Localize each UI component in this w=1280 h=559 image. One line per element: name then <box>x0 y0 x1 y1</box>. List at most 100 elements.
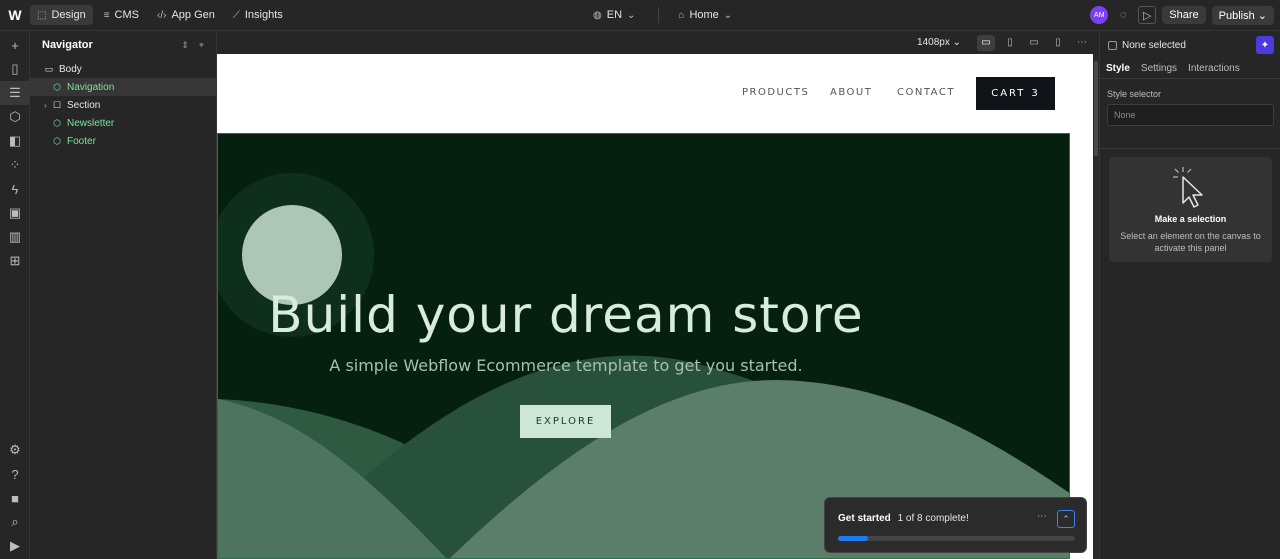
page-label: Home <box>689 9 719 21</box>
site-navigation[interactable]: PRODUCTS ABOUT CONTACT CART 3 <box>217 54 1093 133</box>
cart-count: 3 <box>1031 88 1040 99</box>
breakpoint-width[interactable]: 1408px ⌄ <box>917 37 961 48</box>
comments-icon[interactable]: ◌ <box>1114 6 1132 24</box>
hero-section[interactable]: Build your dream store A simple Webflow … <box>217 133 1070 559</box>
mobile-portrait-breakpoint-icon[interactable]: ▯ <box>1049 35 1067 51</box>
tree-item-label: Section <box>67 99 101 111</box>
empty-selection-title: Make a selection <box>1154 214 1227 224</box>
tree-item-section[interactable]: › ☐ Section <box>30 96 216 114</box>
navigator-header: Navigator ⇕ ⌖ <box>30 31 216 59</box>
divider <box>658 7 660 23</box>
code-icon: ‹/› <box>157 9 167 21</box>
style-selector-input[interactable]: None <box>1107 104 1274 126</box>
locale-selector[interactable]: ◍ EN ⌄ <box>586 5 642 25</box>
assets-icon[interactable]: ▣ <box>0 201 30 225</box>
nav-link-products[interactable]: PRODUCTS <box>742 87 809 98</box>
stop-icon[interactable]: ■ <box>0 486 30 510</box>
cms-collections-icon[interactable]: ◧ <box>0 129 30 153</box>
tab-app-gen[interactable]: ‹/› App Gen <box>150 5 222 25</box>
tab-design-label: Design <box>51 9 86 21</box>
style-panel: None selected ✦ Style Settings Interacti… <box>1099 31 1280 559</box>
chevron-down-icon: ⌄ <box>952 37 961 48</box>
panel-tabs: Style Settings Interactions <box>1100 59 1280 79</box>
share-button[interactable]: Share <box>1162 6 1206 24</box>
design-canvas[interactable]: 1408px ⌄ ▭ ▯ ▭ ▯ ⋯ PRODUCTS ABOUT CONTAC… <box>217 31 1099 559</box>
apps-icon[interactable]: ⊞ <box>0 249 30 273</box>
tree-item-footer[interactable]: ⬡ Footer <box>30 132 216 150</box>
avatar[interactable]: AM <box>1090 6 1109 24</box>
component-icon: ⬡ <box>53 117 61 128</box>
caret-right-icon[interactable]: › <box>44 101 52 110</box>
design-icon: ⬚ <box>37 9 47 21</box>
get-started-progress-bar <box>838 536 1075 541</box>
tree-item-label: Navigation <box>67 81 115 93</box>
more-options-icon[interactable]: ⋯ <box>1073 35 1091 51</box>
tree-item-body[interactable]: ▭ Body <box>30 60 216 78</box>
webflow-logo[interactable]: W <box>0 0 30 31</box>
preview-play-icon[interactable]: ▷ <box>1138 6 1157 24</box>
variables-icon[interactable]: ⁘ <box>0 153 30 177</box>
desktop-breakpoint-icon[interactable]: ▭ <box>977 34 995 51</box>
video-icon[interactable]: ▶ <box>0 534 30 558</box>
body-box-icon: ▭ <box>44 63 54 74</box>
canvas-toolbar: 1408px ⌄ ▭ ▯ ▭ ▯ ⋯ <box>217 31 1099 54</box>
chart-icon: ⟋ <box>232 9 240 21</box>
get-started-widget[interactable]: Get started 1 of 8 complete! ⋯ ⌃ <box>824 497 1087 553</box>
tab-cms[interactable]: ≡ CMS <box>97 5 146 25</box>
tree-item-navigation[interactable]: ⬡ Navigation <box>30 78 216 96</box>
canvas-scrollbar-thumb[interactable] <box>1094 61 1098 156</box>
tab-design[interactable]: ⬚ Design <box>30 5 93 25</box>
add-icon[interactable]: + <box>0 33 30 57</box>
interactions-icon[interactable]: ϟ <box>0 177 30 201</box>
publish-button[interactable]: Publish ⌄ <box>1211 5 1274 25</box>
hero-title: Build your dream store <box>268 286 864 344</box>
component-icon: ⬡ <box>53 135 61 146</box>
selection-checkbox-icon[interactable] <box>1108 40 1117 50</box>
site-page[interactable]: PRODUCTS ABOUT CONTACT CART 3 Build your… <box>217 54 1093 559</box>
navigator-panel: Navigator ⇕ ⌖ ▭ Body ⬡ Navigation › ☐ Se… <box>30 31 217 559</box>
globe-icon: ◍ <box>593 9 602 21</box>
home-icon: ⌂ <box>678 9 685 21</box>
help-icon[interactable]: ? <box>0 462 30 486</box>
left-toolbar: + ▯ ☰ ⬡ ◧ ⁘ ϟ ▣ ▥ ⊞ ⚙ ? ■ ⌕ ▶ <box>0 31 30 559</box>
tab-interactions[interactable]: Interactions <box>1188 63 1240 74</box>
ai-assistant-icon[interactable]: ✦ <box>1256 36 1274 54</box>
publish-label: Publish <box>1218 9 1255 22</box>
expand-collapse-icon[interactable]: ⇕ <box>181 40 189 51</box>
components-icon[interactable]: ⬡ <box>0 105 30 129</box>
nav-link-about[interactable]: ABOUT <box>830 87 872 98</box>
navigator-icon[interactable]: ☰ <box>0 81 30 105</box>
settings-icon[interactable]: ⚙ <box>0 438 30 462</box>
tablet-breakpoint-icon[interactable]: ▯ <box>1001 35 1019 51</box>
chevron-down-icon: ⌄ <box>723 9 733 21</box>
chevron-up-icon[interactable]: ⌃ <box>1057 510 1075 528</box>
tab-cms-label: CMS <box>114 9 139 21</box>
divider <box>1100 148 1280 149</box>
tree-item-label: Body <box>59 63 82 75</box>
section-box-icon: ☐ <box>52 99 62 110</box>
tab-style[interactable]: Style <box>1106 63 1130 74</box>
tree-item-newsletter[interactable]: ⬡ Newsletter <box>30 114 216 132</box>
locale-label: EN <box>606 9 623 21</box>
database-icon: ≡ <box>103 9 110 21</box>
more-options-icon[interactable]: ⋯ <box>1037 511 1047 522</box>
explore-button[interactable]: EXPLORE <box>520 405 611 438</box>
get-started-progress-fill <box>838 536 868 541</box>
chevron-down-icon: ⌄ <box>1257 9 1267 22</box>
cart-button[interactable]: CART 3 <box>976 77 1055 110</box>
tab-insights[interactable]: ⟋ Insights <box>226 5 290 25</box>
pages-icon[interactable]: ▯ <box>0 57 30 81</box>
cart-label: CART <box>991 88 1026 99</box>
component-icon: ⬡ <box>53 81 61 92</box>
get-started-title-text: Get started <box>838 513 891 524</box>
nav-link-contact[interactable]: CONTACT <box>897 87 955 98</box>
hero-background-illustration <box>218 173 1069 558</box>
page-selector[interactable]: ⌂ Home ⌄ <box>671 5 739 25</box>
search-icon[interactable]: ⌕ <box>0 510 30 534</box>
breakpoint-width-label: 1408px <box>917 37 950 48</box>
locale-page-group: ◍ EN ⌄ ⌂ Home ⌄ <box>586 5 743 25</box>
tab-settings[interactable]: Settings <box>1141 63 1177 74</box>
mobile-landscape-breakpoint-icon[interactable]: ▭ <box>1025 35 1043 51</box>
pin-icon[interactable]: ⌖ <box>199 40 204 51</box>
library-icon[interactable]: ▥ <box>0 225 30 249</box>
